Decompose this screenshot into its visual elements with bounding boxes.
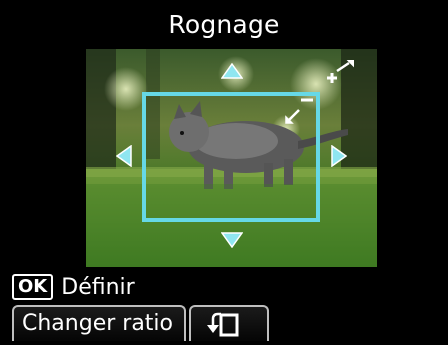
ok-hint-label: Définir — [61, 274, 135, 300]
arrow-up-icon[interactable] — [221, 63, 243, 79]
change-ratio-button[interactable]: Changer ratio — [12, 305, 186, 341]
zoom-in-icon[interactable] — [323, 60, 355, 86]
rotate-crop-icon — [207, 312, 239, 337]
crop-screen: Rognage OK Définir Changer ratio — [0, 0, 448, 343]
arrow-right-icon[interactable] — [331, 145, 347, 167]
rotate-crop-button[interactable] — [189, 305, 269, 341]
zoom-out-icon[interactable] — [283, 96, 317, 128]
ok-key-badge[interactable]: OK — [12, 274, 54, 300]
change-ratio-label: Changer ratio — [22, 311, 173, 336]
arrow-down-icon[interactable] — [221, 232, 243, 248]
screen-title: Rognage — [168, 10, 280, 39]
function-button-row: Changer ratio — [0, 305, 448, 343]
ok-hint: OK Définir — [12, 273, 135, 301]
arrow-left-icon[interactable] — [116, 145, 132, 167]
